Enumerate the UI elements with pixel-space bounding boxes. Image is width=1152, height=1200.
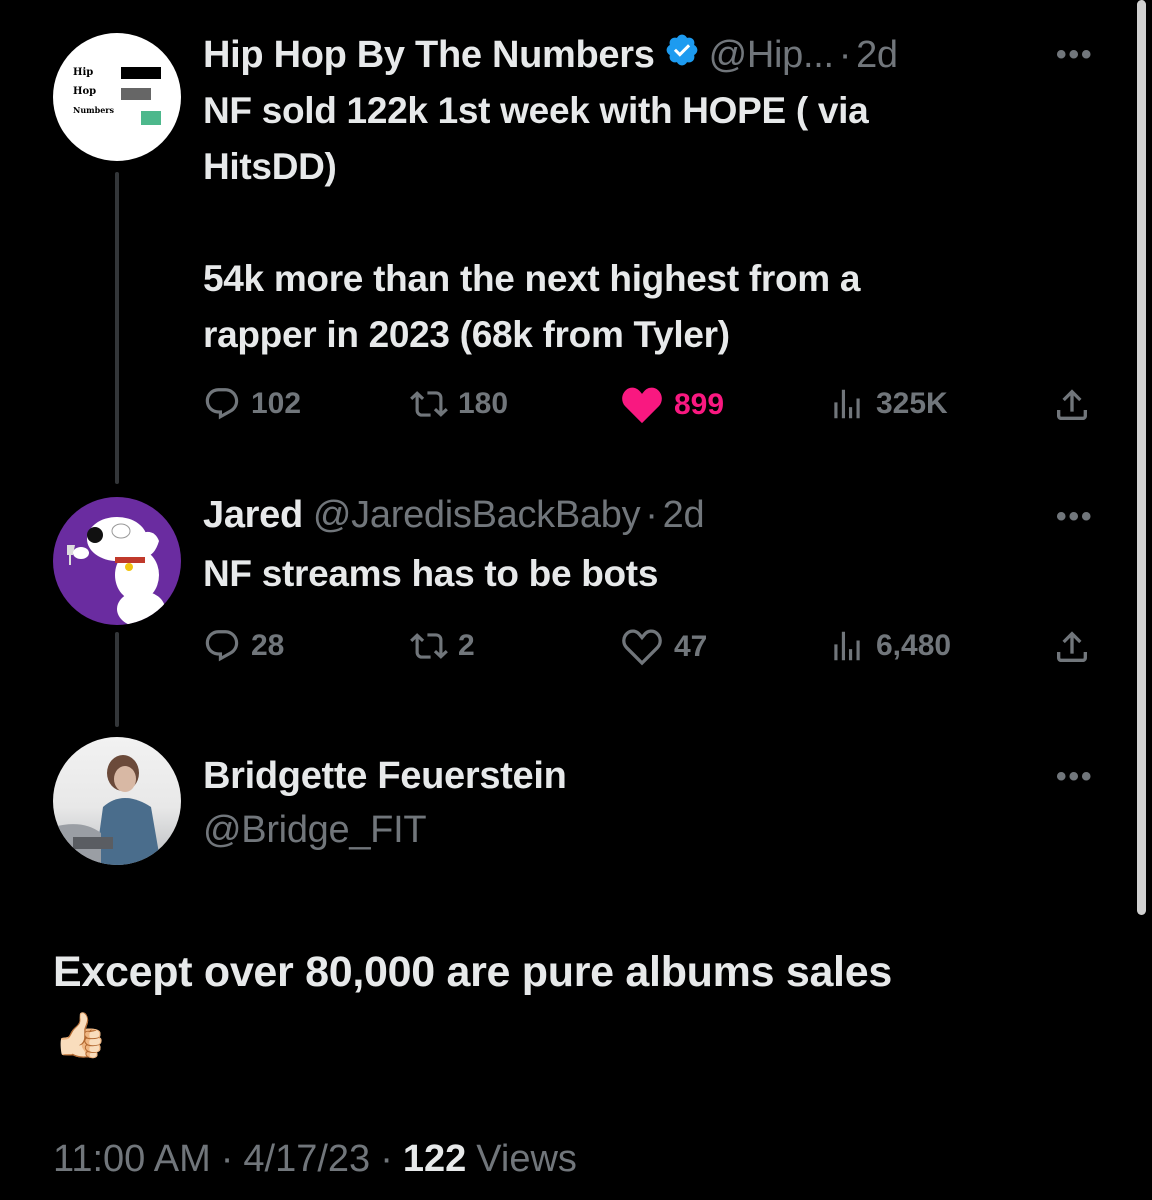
more-options-icon[interactable]: ••• xyxy=(1056,38,1094,72)
views-count: 122 xyxy=(402,1138,467,1180)
reply-icon xyxy=(205,630,239,662)
author-name[interactable]: Bridgette Feuerstein xyxy=(203,755,567,798)
separator: · xyxy=(220,1138,234,1180)
reply-count: 28 xyxy=(251,629,285,662)
thread-connector-line xyxy=(115,632,119,727)
reply-button[interactable]: 28 xyxy=(203,627,284,665)
share-icon xyxy=(1057,389,1087,420)
avatar-text: Hop xyxy=(73,86,97,97)
display-name[interactable]: Hip Hop By The Numbers xyxy=(203,34,655,77)
separator: · xyxy=(380,1138,393,1180)
main-tweet-text: Except over 80,000 are pure albums sales… xyxy=(53,940,892,1068)
tweet-header: Hip Hop By The Numbers @Hip... · 2d xyxy=(203,32,898,78)
tweet-date[interactable]: 4/17/23 xyxy=(243,1138,370,1181)
tweet-text-line: NF streams has to be bots xyxy=(203,553,659,594)
separator: · xyxy=(645,494,658,536)
tweet-text: NF streams has to be bots xyxy=(203,546,658,602)
tweet-header: Jared @JaredisBackBaby · 2d xyxy=(203,494,705,537)
share-button[interactable] xyxy=(1052,385,1092,425)
verified-badge-icon xyxy=(664,32,700,78)
like-count: 899 xyxy=(674,388,725,421)
timestamp[interactable]: 2d xyxy=(663,494,705,537)
separator: · xyxy=(838,33,852,76)
retweet-button[interactable]: 2 xyxy=(410,627,475,665)
view-count: 325K xyxy=(876,387,948,420)
retweet-icon xyxy=(410,633,448,659)
retweet-icon xyxy=(410,391,448,417)
cartoon-dog-avatar xyxy=(67,517,165,625)
reply-icon xyxy=(205,388,239,420)
like-count: 47 xyxy=(674,630,708,663)
tweet-text-line: rapper in 2023 (68k from Tyler) xyxy=(203,314,730,355)
retweet-count: 2 xyxy=(458,629,475,662)
avatar[interactable] xyxy=(53,737,181,865)
views-button[interactable]: 325K xyxy=(828,385,948,423)
author-handle[interactable]: @Bridge_FIT xyxy=(203,809,427,852)
avatar-bar xyxy=(121,67,161,79)
main-tweet-text-line: Except over 80,000 are pure albums sales xyxy=(53,948,892,996)
thumbs-up-emoji: 👍🏻 xyxy=(53,1011,108,1060)
views-label: Views xyxy=(476,1138,577,1180)
view-count: 6,480 xyxy=(876,629,952,662)
share-button[interactable] xyxy=(1052,627,1092,667)
heart-outline-icon xyxy=(622,629,662,666)
more-options-icon[interactable]: ••• xyxy=(1056,760,1094,794)
tweet-meta: 11:00 AM · 4/17/23 · 122 Views xyxy=(53,1138,577,1181)
tweet-text-line: 54k more than the next highest from a xyxy=(203,258,861,299)
analytics-icon xyxy=(834,389,860,419)
tweet-text: NF sold 122k 1st week with HOPE ( via Hi… xyxy=(203,83,869,363)
display-name[interactable]: Jared xyxy=(203,494,303,537)
reply-button[interactable]: 102 xyxy=(203,385,301,423)
avatar-text: Hip xyxy=(73,67,94,78)
retweet-count: 180 xyxy=(458,387,509,420)
like-button[interactable]: 47 xyxy=(620,627,707,667)
analytics-icon xyxy=(834,631,860,661)
heart-filled-icon xyxy=(622,387,662,424)
like-button[interactable]: 899 xyxy=(620,385,724,425)
avatar-bar xyxy=(121,88,151,100)
tweet-text-line: NF sold 122k 1st week with HOPE ( via xyxy=(203,90,869,131)
timestamp[interactable]: 2d xyxy=(856,34,898,77)
tweet-time[interactable]: 11:00 AM xyxy=(53,1138,211,1181)
tweet-text-line xyxy=(203,195,868,251)
profile-photo xyxy=(53,755,161,865)
thread-connector-line xyxy=(115,172,119,484)
avatar-bar xyxy=(141,111,161,125)
handle[interactable]: @JaredisBackBaby xyxy=(313,494,641,537)
views-button[interactable]: 6,480 xyxy=(828,627,951,665)
scrollbar[interactable] xyxy=(1137,0,1146,915)
share-icon xyxy=(1057,631,1087,662)
handle[interactable]: @Hip... xyxy=(709,34,834,77)
avatar[interactable]: Hip Hop Numbers xyxy=(53,33,181,161)
reply-count: 102 xyxy=(251,387,302,420)
retweet-button[interactable]: 180 xyxy=(410,385,508,423)
avatar[interactable] xyxy=(53,497,181,625)
more-options-icon[interactable]: ••• xyxy=(1056,500,1094,534)
avatar-text: Numbers xyxy=(73,105,114,115)
tweet-text-line: HitsDD) xyxy=(203,146,337,187)
